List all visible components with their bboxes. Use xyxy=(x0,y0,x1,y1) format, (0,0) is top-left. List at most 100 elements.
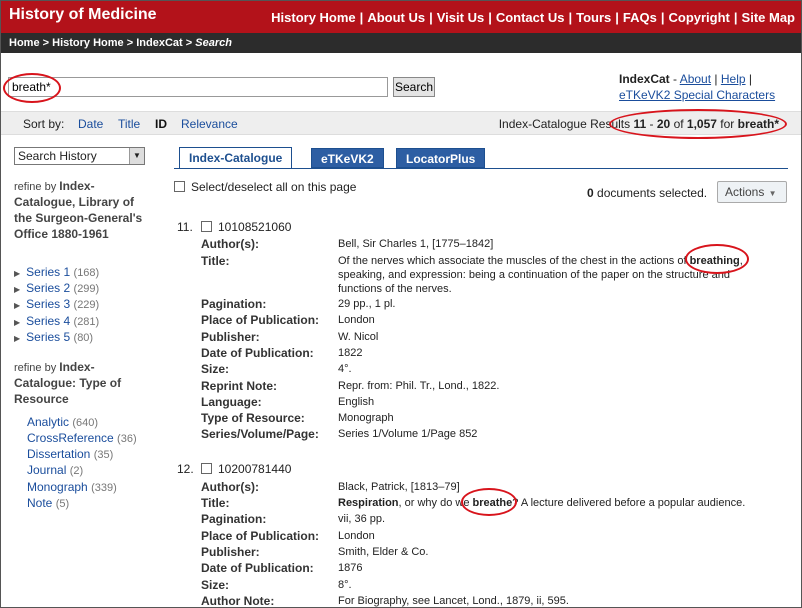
results-to: 20 xyxy=(656,117,671,131)
facet-series-5[interactable]: ▶ Series 5 (80) xyxy=(14,330,93,344)
field-label: Author(s): xyxy=(201,480,259,494)
field-label: Author(s): xyxy=(201,237,259,251)
field-value: 29 pp., 1 pl. xyxy=(338,298,396,310)
field-value: English xyxy=(338,396,375,408)
app-info: IndexCat - About | Help | eTKeVK2 Specia… xyxy=(619,71,775,103)
caret-down-icon: ▼ xyxy=(766,189,777,198)
facet-label: Analytic xyxy=(27,415,70,429)
about-link[interactable]: About xyxy=(680,72,711,86)
refine-type-heading: refine by Index-Catalogue: Type of Resou… xyxy=(14,360,152,408)
triangle-right-icon: ▶ xyxy=(14,301,21,310)
field-value: For Biography, see Lancet, Lond., 1879, … xyxy=(338,595,569,607)
facet-count: (2) xyxy=(69,465,84,477)
breadcrumb-history-home[interactable]: History Home xyxy=(52,37,124,49)
triangle-right-icon: ▶ xyxy=(14,318,21,327)
facet-count: (640) xyxy=(72,417,99,429)
app-name: IndexCat xyxy=(619,72,670,86)
facet-series-3[interactable]: ▶ Series 3 (229) xyxy=(14,297,99,311)
actions-button[interactable]: Actions ▼ xyxy=(717,181,787,203)
sort-bar: Sort by: Date Title ID Relevance Index-C… xyxy=(1,111,801,135)
triangle-right-icon: ▶ xyxy=(14,285,21,294)
sort-option-date[interactable]: Date xyxy=(78,117,103,131)
field-value: Smith, Elder & Co. xyxy=(338,546,429,558)
field-label: Language: xyxy=(201,395,262,409)
facet-series-2[interactable]: ▶ Series 2 (299) xyxy=(14,281,99,295)
record-number: 12. xyxy=(177,462,194,476)
field-label: Pagination: xyxy=(201,512,267,526)
field-value: W. Nicol xyxy=(338,331,379,343)
facet-type-monograph[interactable]: Monograph (339) xyxy=(27,480,117,494)
page-frame: History of Medicine History Home | About U… xyxy=(0,0,802,608)
facet-type-analytic[interactable]: Analytic (640) xyxy=(27,415,98,429)
select-all-checkbox[interactable] xyxy=(174,181,185,192)
breadcrumb-indexcat[interactable]: IndexCat xyxy=(136,37,182,49)
tab-index-catalogue[interactable]: Index-Catalogue xyxy=(179,147,293,169)
field-value-title: Of the nerves which associate the muscle… xyxy=(338,254,750,296)
facet-type-crossreference[interactable]: CrossReference (36) xyxy=(27,431,137,445)
tab-divider xyxy=(174,168,788,169)
site-title[interactable]: History of Medicine xyxy=(9,6,157,24)
field-value: Monograph xyxy=(338,412,394,424)
title-text: Of the nerves which associate the muscle… xyxy=(338,255,690,267)
nav-separator: | xyxy=(359,10,364,25)
sort-option-title[interactable]: Title xyxy=(118,117,140,131)
title-text: ? A lecture delivered before a popular a… xyxy=(512,497,746,509)
nav-faqs[interactable]: FAQs xyxy=(623,10,657,25)
nav-contact-us[interactable]: Contact Us xyxy=(496,10,565,25)
breadcrumb: Home > History Home > IndexCat > Search xyxy=(1,33,801,53)
breadcrumb-home[interactable]: Home xyxy=(9,37,40,49)
special-characters-link[interactable]: eTKeVK2 Special Characters xyxy=(619,88,775,102)
field-value: 1822 xyxy=(338,347,363,359)
record-id[interactable]: 10200781440 xyxy=(218,462,291,476)
select-all-row[interactable]: Select/deselect all on this page xyxy=(174,180,356,194)
link-separator: | xyxy=(714,72,718,86)
nav-tours[interactable]: Tours xyxy=(576,10,611,25)
link-separator: | xyxy=(748,72,753,86)
facet-type-dissertation[interactable]: Dissertation (35) xyxy=(27,447,113,461)
facet-label: Series 1 xyxy=(26,265,71,279)
nav-separator: | xyxy=(488,10,492,25)
facet-count: (299) xyxy=(73,283,100,295)
field-value: 8°. xyxy=(338,579,352,591)
record-checkbox[interactable] xyxy=(201,463,212,474)
sort-option-relevance[interactable]: Relevance xyxy=(181,117,238,131)
nav-separator: | xyxy=(568,10,573,25)
field-value-title: Respiration, or why do we breathe? A lec… xyxy=(338,496,750,510)
search-input[interactable] xyxy=(8,77,388,97)
nav-visit-us[interactable]: Visit Us xyxy=(437,10,484,25)
facet-type-journal[interactable]: Journal (2) xyxy=(27,463,83,477)
field-value: London xyxy=(338,314,375,326)
nav-separator: | xyxy=(660,10,665,25)
tab-locatorplus[interactable]: LocatorPlus xyxy=(396,148,486,168)
search-button[interactable]: Search xyxy=(393,77,435,97)
facet-label: Journal xyxy=(27,463,67,477)
facet-label: Series 5 xyxy=(26,330,71,344)
facet-label: Dissertation xyxy=(27,447,91,461)
breadcrumb-current: Search xyxy=(195,37,232,49)
field-label: Author Note: xyxy=(201,594,275,608)
facet-count: (5) xyxy=(55,498,70,510)
nav-copyright[interactable]: Copyright xyxy=(669,10,730,25)
breadcrumb-sep: > xyxy=(42,37,50,49)
tab-etkevk2[interactable]: eTKeVK2 xyxy=(311,148,384,168)
refine-prefix: refine by xyxy=(14,362,57,374)
search-history-select[interactable]: Search History ▼ xyxy=(14,147,145,165)
search-hit: breathe xyxy=(472,497,513,509)
sort-label: Sort by: xyxy=(23,117,65,131)
record-checkbox[interactable] xyxy=(201,221,212,232)
results-term: breath* xyxy=(737,117,779,131)
facet-type-note[interactable]: Note (5) xyxy=(27,496,69,510)
nav-about-us[interactable]: About Us xyxy=(367,10,425,25)
breadcrumb-sep: > xyxy=(126,37,134,49)
help-link[interactable]: Help xyxy=(721,72,746,86)
nav-separator: | xyxy=(733,10,738,25)
facet-series-4[interactable]: ▶ Series 4 (281) xyxy=(14,314,99,328)
facet-series-1[interactable]: ▶ Series 1 (168) xyxy=(14,265,99,279)
results-total: 1,057 xyxy=(686,117,717,131)
facet-label: Monograph xyxy=(27,480,88,494)
record-id[interactable]: 10108521060 xyxy=(218,220,291,234)
nav-site-map[interactable]: Site Map xyxy=(742,10,795,25)
facet-count: (80) xyxy=(73,332,94,344)
nav-history-home[interactable]: History Home xyxy=(271,10,356,25)
site-header: History of Medicine History Home | About U… xyxy=(1,1,801,33)
